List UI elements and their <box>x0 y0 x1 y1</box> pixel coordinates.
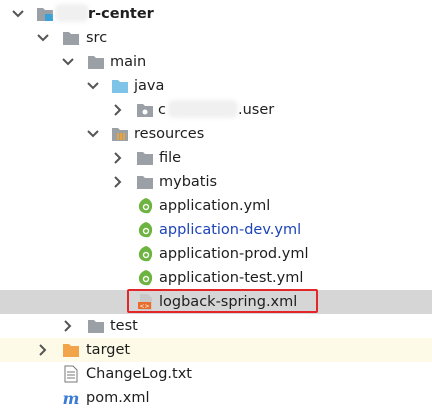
tree-row-changelog[interactable]: ChangeLog.txt <box>0 362 432 386</box>
tree-row-application-yml[interactable]: application.yml <box>0 194 432 218</box>
folder-icon <box>88 320 104 333</box>
tree-label-target: target <box>86 342 131 358</box>
tree-row-application-dev-yml[interactable]: application-dev.yml <box>0 218 432 242</box>
folder-icon <box>137 152 153 165</box>
tree-label-package-prefix: c <box>158 102 166 118</box>
folder-icon <box>63 32 79 45</box>
tree-label-test: test <box>110 318 138 334</box>
tree-row-file[interactable]: file <box>0 146 432 170</box>
tree-row-mybatis[interactable]: mybatis <box>0 170 432 194</box>
tree-row-test[interactable]: test <box>0 314 432 338</box>
chevron-right-icon[interactable] <box>110 102 126 118</box>
tree-label-java: java <box>134 78 165 94</box>
tree-row-application-prod-yml[interactable]: application-prod.yml <box>0 242 432 266</box>
chevron-right-icon[interactable] <box>35 342 51 358</box>
tree-row-application-test-yml[interactable]: application-test.yml <box>0 266 432 290</box>
chevron-down-icon[interactable] <box>85 78 101 94</box>
resources-folder-icon <box>112 128 128 141</box>
chevron-down-icon[interactable] <box>35 30 51 46</box>
tree-label-root: r-center <box>88 6 154 22</box>
chevron-right-icon[interactable] <box>60 318 76 334</box>
package-icon <box>137 104 153 117</box>
spring-leaf-icon <box>138 246 153 262</box>
chevron-right-icon[interactable] <box>110 150 126 166</box>
project-tree: r-center src main java c .user resources… <box>0 0 432 412</box>
tree-label-resources: resources <box>134 126 205 142</box>
tree-label-package-suffix: .user <box>238 102 275 118</box>
module-folder-icon <box>37 8 53 21</box>
spring-leaf-icon <box>138 222 153 238</box>
tree-label-application-yml: application.yml <box>159 198 271 214</box>
chevron-down-icon[interactable] <box>60 54 76 70</box>
source-folder-icon <box>112 80 128 93</box>
tree-row-src[interactable]: src <box>0 26 432 50</box>
folder-icon <box>137 176 153 189</box>
svg-text:m: m <box>63 389 80 407</box>
text-file-icon <box>64 365 78 383</box>
redacted-text <box>55 4 89 22</box>
chevron-right-icon[interactable] <box>110 174 126 190</box>
tree-row-java[interactable]: java <box>0 74 432 98</box>
spring-leaf-icon <box>138 270 153 286</box>
tree-label-application-test-yml: application-test.yml <box>159 270 304 286</box>
tree-row-resources[interactable]: resources <box>0 122 432 146</box>
spring-leaf-icon <box>138 198 153 214</box>
tree-label-pom: pom.xml <box>86 390 150 406</box>
highlight-box <box>127 289 318 313</box>
redacted-text <box>168 100 238 118</box>
tree-label-application-dev-yml: application-dev.yml <box>159 222 302 238</box>
tree-label-src: src <box>86 30 108 46</box>
maven-icon: m <box>63 389 80 407</box>
tree-row-root[interactable]: r-center <box>0 2 432 26</box>
tree-label-application-prod-yml: application-prod.yml <box>159 246 309 262</box>
tree-label-changelog: ChangeLog.txt <box>86 366 192 382</box>
folder-icon <box>88 56 104 69</box>
tree-row-pom[interactable]: m pom.xml <box>0 386 432 410</box>
excluded-folder-icon <box>63 344 79 357</box>
tree-label-file: file <box>159 150 182 166</box>
chevron-down-icon[interactable] <box>10 6 26 22</box>
tree-row-main[interactable]: main <box>0 50 432 74</box>
tree-row-package[interactable]: c .user <box>0 98 432 122</box>
tree-row-target[interactable]: target <box>0 338 432 362</box>
chevron-down-icon[interactable] <box>85 126 101 142</box>
tree-label-main: main <box>110 54 147 70</box>
tree-label-mybatis: mybatis <box>159 174 218 190</box>
